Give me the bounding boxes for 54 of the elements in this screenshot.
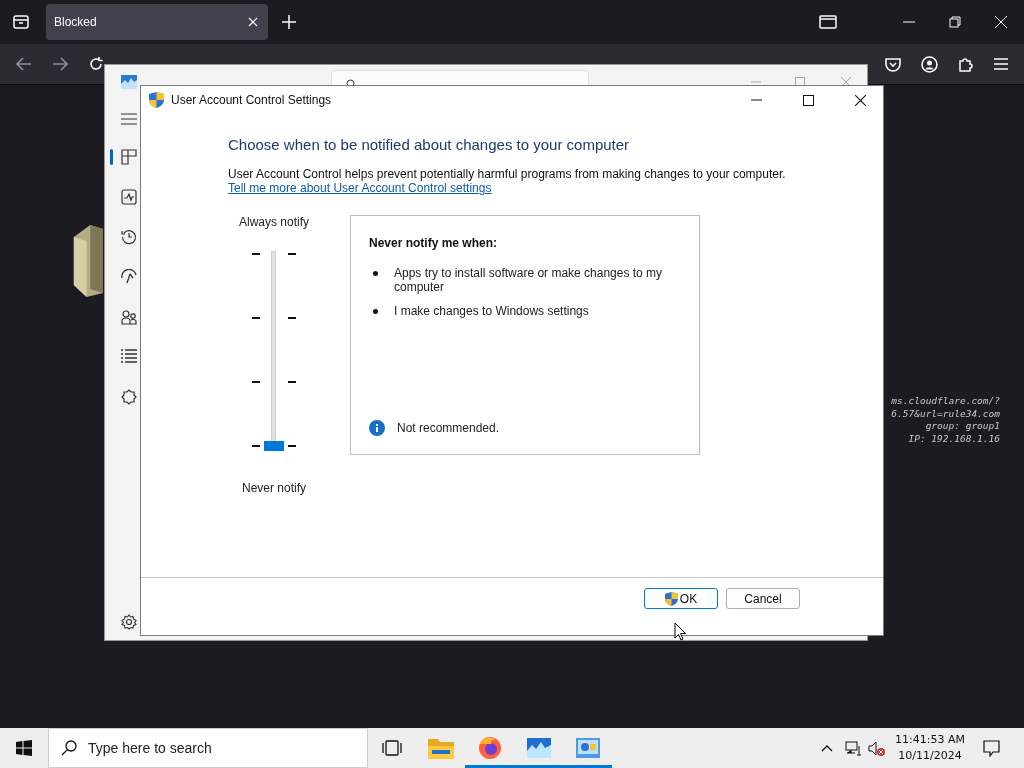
window-icon[interactable] <box>819 15 837 29</box>
notify-slider[interactable] <box>252 249 296 453</box>
page-text-line: IP: 192.168.1.16 <box>907 432 1000 445</box>
page-text-line: ms.cloudflare.com/? <box>891 395 1000 408</box>
help-link[interactable]: Tell me more about User Account Control settings <box>228 181 492 195</box>
maximize-icon[interactable] <box>803 94 814 106</box>
notifications-icon[interactable] <box>983 739 1000 757</box>
back-arrow-icon[interactable] <box>16 57 32 71</box>
network-icon[interactable] <box>845 740 863 756</box>
app-icon <box>121 75 137 89</box>
clock-time[interactable]: 11:41:53 AM <box>895 732 965 748</box>
browser-tab[interactable]: Blocked <box>46 4 268 40</box>
window-title: User Account Control Settings <box>171 93 332 107</box>
settings-icon[interactable] <box>121 614 137 630</box>
page-text-line: 6.57&url=rule34.com <box>891 407 1000 420</box>
reload-icon[interactable] <box>88 56 104 72</box>
graph-icon <box>526 738 551 758</box>
search-icon <box>61 740 77 756</box>
slider-label: Always notify <box>239 215 309 229</box>
info-title: Never notify me when: <box>369 236 499 250</box>
tab-title: Blocked <box>54 15 97 29</box>
clock-date[interactable]: 10/11/2024 <box>898 748 962 764</box>
slider-label: Never notify <box>242 481 306 495</box>
tab-list-icon[interactable] <box>12 13 30 31</box>
forward-arrow-icon[interactable] <box>52 57 68 71</box>
windows-start-icon[interactable] <box>16 740 32 756</box>
puzzle-icon[interactable] <box>958 56 974 72</box>
note-text: Not recommended. <box>397 421 500 435</box>
shield-icon <box>149 92 164 108</box>
dialog-heading: Choose when to be notified about changes to your computer <box>228 136 631 153</box>
slider-thumb[interactable] <box>264 441 284 451</box>
cancel-button[interactable]: Cancel <box>726 588 800 609</box>
shield-icon <box>664 591 678 606</box>
description-text: User Account Control helps prevent potentially harmful programs from making changes to your computer. <box>228 167 787 181</box>
info-icon <box>369 420 385 436</box>
chevron-up-icon[interactable] <box>821 744 834 752</box>
account-icon[interactable] <box>921 55 938 73</box>
bullet-icon <box>373 309 378 314</box>
nav-item[interactable] <box>110 149 137 165</box>
restore-icon[interactable] <box>949 16 961 28</box>
page-text-line: group: group1 <box>924 420 1000 433</box>
globe-icon <box>477 736 502 760</box>
task-view-icon[interactable] <box>382 740 402 756</box>
pocket-icon[interactable] <box>885 56 901 72</box>
bullet-text: I make changes to Windows settings <box>394 304 589 318</box>
taskbar-search-field[interactable]: Type here to search <box>48 728 368 768</box>
new-tab-icon[interactable] <box>282 15 296 29</box>
bullet-icon <box>373 271 378 276</box>
close-icon[interactable] <box>855 94 866 106</box>
folder-icon <box>427 737 454 759</box>
bullet-text: Apps try to install software or make changes to my computer <box>394 266 664 294</box>
ok-button[interactable]: OK <box>644 588 718 609</box>
window-icon <box>575 738 600 758</box>
muted-speaker-icon[interactable] <box>868 740 886 756</box>
